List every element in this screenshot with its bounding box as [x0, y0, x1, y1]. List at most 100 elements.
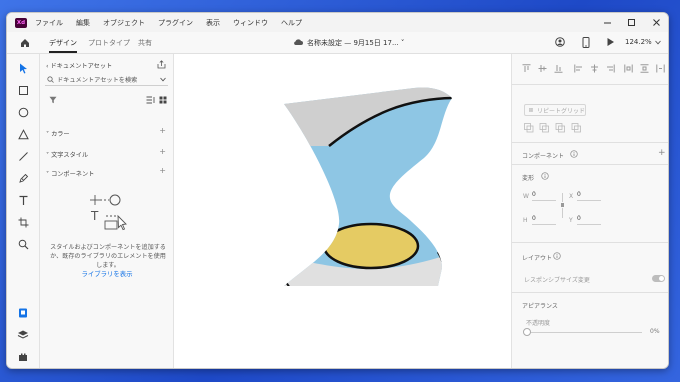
filter-icon[interactable] [49, 96, 57, 104]
info-icon[interactable] [541, 172, 549, 180]
text-tool[interactable] [17, 194, 30, 207]
align-right-icon[interactable] [606, 64, 615, 73]
pen-tool[interactable] [17, 172, 30, 185]
height-value: 0 [532, 215, 536, 222]
text-icon [19, 195, 28, 205]
line-tool[interactable] [17, 150, 30, 163]
tab-design[interactable]: デザイン [49, 38, 77, 53]
artboard-icon [18, 217, 29, 228]
section-components[interactable]: ˅ コンポーネント [46, 169, 94, 178]
ellipse-tool[interactable] [17, 106, 30, 119]
account-button[interactable] [554, 36, 566, 48]
height-field[interactable]: 0 [532, 215, 556, 225]
add-component-icon[interactable]: + [658, 148, 666, 158]
layers-button[interactable] [17, 326, 30, 339]
select-tool[interactable] [17, 62, 30, 75]
chevron-down-icon[interactable] [655, 40, 661, 45]
layout-label: レイアウト [522, 255, 553, 262]
add-component-icon[interactable]: + [159, 166, 166, 175]
panel-divider [512, 142, 668, 143]
search-icon [47, 76, 54, 83]
minimize-button[interactable] [594, 13, 620, 32]
add-color-icon[interactable]: + [159, 126, 166, 135]
assets-header[interactable]: ‹ ドキュメントアセット [46, 61, 112, 70]
width-field[interactable]: 0 [532, 191, 556, 201]
menu-file[interactable]: ファイル [35, 18, 63, 28]
phone-icon [582, 36, 590, 48]
zoom-tool[interactable] [17, 238, 30, 251]
panel-divider [512, 242, 668, 243]
artboard-tool[interactable] [17, 216, 30, 229]
info-icon[interactable] [570, 150, 578, 158]
distribute-vertical-icon[interactable] [640, 64, 649, 73]
rectangle-icon [19, 86, 28, 95]
repeat-grid-button[interactable]: リピートグリッド [524, 104, 586, 116]
distribute-spacing-icon[interactable] [656, 64, 665, 73]
share-upload-icon[interactable] [157, 60, 166, 69]
lock-aspect-icon[interactable] [560, 193, 565, 218]
properties-panel: リピートグリッド コンポーネント + 変形 W 0 X 0 H 0 Y 0 レイ… [511, 54, 668, 368]
y-label: Y [569, 217, 573, 224]
opacity-slider-handle[interactable] [523, 328, 531, 336]
line-icon [19, 152, 28, 161]
view-libraries-link[interactable]: ライブラリを表示 [40, 269, 174, 278]
section-colors[interactable]: ˅ カラー [46, 129, 70, 138]
artwork-yellow-ellipse [322, 222, 420, 270]
x-field[interactable]: 0 [577, 191, 601, 201]
repeat-grid-icon [529, 108, 533, 112]
abstract-artwork [284, 87, 452, 287]
list-view-icon[interactable] [146, 96, 155, 104]
responsive-resize-label: レスポンシブサイズ変更 [524, 277, 590, 284]
play-button[interactable] [604, 36, 616, 48]
home-icon[interactable] [19, 37, 31, 49]
polygon-tool[interactable] [17, 128, 30, 141]
pen-icon [19, 173, 29, 183]
design-canvas[interactable] [174, 54, 511, 368]
menu-help[interactable]: ヘルプ [281, 18, 302, 28]
triangle-icon [18, 129, 29, 140]
responsive-resize-toggle[interactable] [652, 275, 665, 282]
menu-edit[interactable]: 編集 [76, 18, 90, 28]
align-top-icon[interactable] [522, 64, 531, 73]
plugins-button[interactable] [17, 348, 30, 361]
width-label: W [523, 193, 529, 200]
align-left-icon[interactable] [574, 64, 583, 73]
top-toolbar: デザイン プロトタイプ 共有 名称未設定 — 9月15日 17... ˅ 124… [7, 32, 668, 54]
chevron-down-icon[interactable] [160, 77, 166, 82]
opacity-slider[interactable] [526, 332, 642, 333]
component-label: コンポーネント [522, 153, 565, 160]
y-value: 0 [577, 215, 581, 222]
menu-view[interactable]: 表示 [206, 18, 220, 28]
tab-share[interactable]: 共有 [138, 38, 152, 48]
info-icon[interactable] [553, 252, 561, 260]
maximize-button[interactable] [618, 13, 644, 32]
document-title[interactable]: 名称未設定 — 9月15日 17... ˅ [307, 38, 404, 48]
assets-panel-button[interactable] [17, 304, 30, 318]
section-character-styles[interactable]: ˅ 文字スタイル [46, 150, 88, 159]
rectangle-tool[interactable] [17, 84, 30, 97]
mobile-preview-button[interactable] [580, 36, 592, 48]
align-middle-icon[interactable] [538, 64, 547, 73]
panel-divider [512, 292, 668, 293]
opacity-value[interactable]: 0% [650, 328, 660, 335]
close-button[interactable] [643, 13, 668, 32]
y-field[interactable]: 0 [577, 215, 601, 225]
boolean-ops-icons[interactable] [524, 123, 584, 133]
menu-object[interactable]: オブジェクト [103, 18, 145, 28]
app-logo: Xd [15, 17, 27, 28]
assets-search-input[interactable]: ドキュメントアセットを検索 [45, 74, 168, 86]
cursor-arrow-icon [20, 63, 27, 74]
align-center-icon[interactable] [590, 64, 599, 73]
tab-prototype[interactable]: プロトタイプ [88, 38, 130, 48]
section-label: コンポーネント [51, 171, 95, 178]
play-icon [607, 38, 614, 46]
assets-panel: ‹ ドキュメントアセット ドキュメントアセットを検索 ˅ カラー + ˅ 文字ス… [40, 54, 174, 368]
grid-view-icon[interactable] [159, 96, 167, 104]
menu-plugins[interactable]: プラグイン [158, 18, 193, 28]
add-character-style-icon[interactable]: + [159, 147, 166, 156]
menu-window[interactable]: ウィンドウ [233, 18, 268, 28]
opacity-label: 不透明度 [526, 320, 551, 327]
align-bottom-icon[interactable] [554, 64, 563, 73]
zoom-level[interactable]: 124.2% [625, 38, 652, 46]
distribute-horizontal-icon[interactable] [624, 64, 633, 73]
